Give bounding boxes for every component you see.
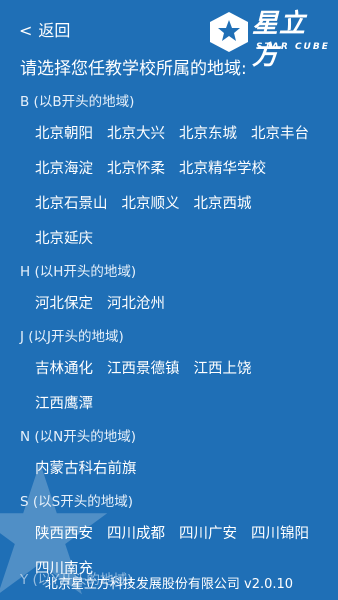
region-item[interactable]: 北京大兴 bbox=[107, 116, 165, 151]
region-item[interactable]: 北京怀柔 bbox=[107, 151, 165, 186]
region-item[interactable]: 江西鹰潭 bbox=[35, 386, 93, 421]
group-title: B (以B开头的地域) bbox=[20, 94, 135, 110]
top-bar: < 返回 星立方 STAR CUBE bbox=[0, 0, 338, 71]
page-title: 请选择您任教学校所属的地域: bbox=[20, 59, 247, 79]
logo-text-en: STAR CUBE bbox=[256, 42, 330, 52]
region-item[interactable]: 内蒙古科右前旗 bbox=[35, 451, 137, 486]
region-item[interactable]: 北京朝阳 bbox=[35, 116, 93, 151]
region-item[interactable]: 北京丰台 bbox=[251, 116, 309, 151]
group-items: 吉林通化 江西景德镇 江西上饶江西鹰潭 bbox=[0, 351, 338, 421]
region-item[interactable]: 江西景德镇 bbox=[107, 351, 180, 386]
region-item[interactable]: 河北保定 bbox=[35, 286, 93, 321]
group-title: J (以J开头的地域) bbox=[20, 329, 124, 345]
region-item[interactable]: 四川锦阳 bbox=[251, 516, 309, 551]
star-cube-logo-icon bbox=[210, 12, 248, 52]
group-items: 内蒙古科右前旗 bbox=[0, 451, 338, 486]
region-item[interactable]: 北京顺义 bbox=[122, 186, 180, 221]
region-list: B (以B开头的地域) 北京朝阳 北京大兴 北京东城 北京丰台北京海淀 北京怀柔 北京精华学… bbox=[0, 86, 338, 586]
region-item[interactable]: 北京精华学校 bbox=[179, 151, 266, 186]
region-item[interactable]: 北京石景山 bbox=[35, 186, 108, 221]
region-item[interactable]: 北京延庆 bbox=[35, 221, 93, 256]
chevron-left-icon: < bbox=[19, 21, 33, 40]
region-item[interactable]: 吉林通化 bbox=[35, 351, 93, 386]
region-item[interactable]: 北京西城 bbox=[194, 186, 252, 221]
logo-text-cn: 星立方 bbox=[252, 9, 307, 71]
group-title: H (以H开头的地域) bbox=[20, 264, 137, 280]
region-item[interactable]: 河北沧州 bbox=[107, 286, 165, 321]
group-title: S (以S开头的地域) bbox=[20, 494, 133, 510]
region-item[interactable]: 四川成都 bbox=[107, 516, 165, 551]
region-item[interactable]: 北京海淀 bbox=[35, 151, 93, 186]
back-button[interactable]: < 返回 bbox=[19, 20, 70, 42]
back-label: 返回 bbox=[38, 21, 71, 40]
group-items: 北京朝阳 北京大兴 北京东城 北京丰台北京海淀 北京怀柔 北京精华学校北京石景山 北京顺义北… bbox=[0, 116, 338, 256]
region-item[interactable]: 江西上饶 bbox=[194, 351, 252, 386]
region-item[interactable]: 陕西西安 bbox=[35, 516, 93, 551]
brand-logo: 星立方 STAR CUBE bbox=[208, 8, 332, 71]
region-item[interactable]: 北京东城 bbox=[179, 116, 237, 151]
region-item[interactable]: 四川广安 bbox=[179, 516, 237, 551]
group-items: 河北保定 河北沧州 bbox=[0, 286, 338, 321]
group-title: N (以N开头的地域) bbox=[20, 429, 137, 445]
footer-copyright: 北京星立方科技发展股份有限公司 v2.0.10 bbox=[44, 577, 294, 592]
